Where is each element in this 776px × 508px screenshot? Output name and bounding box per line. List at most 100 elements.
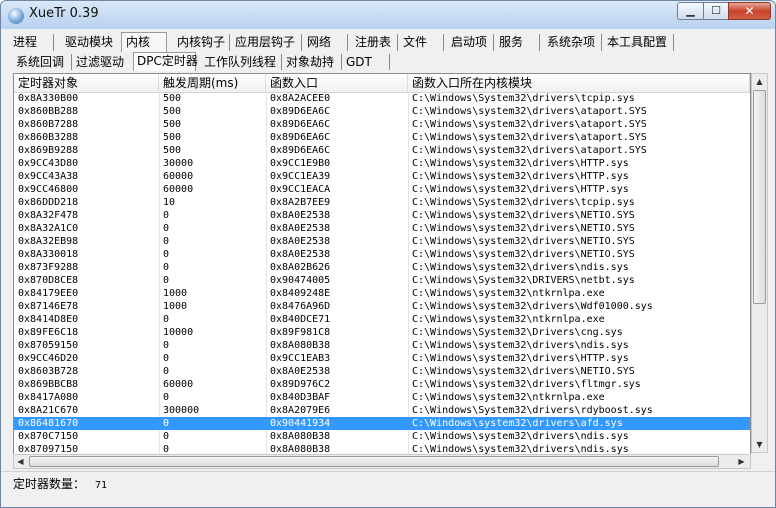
entry-cell: 0x8A02B626: [270, 262, 331, 273]
module-cell: C:\Windows\system32\drivers\afd.sys: [412, 418, 623, 429]
period-cell: 0: [163, 431, 170, 442]
scroll-up-arrow-icon[interactable]: ▲: [752, 74, 767, 89]
table-row[interactable]: 0x860B3288 500 0x89D6EA6C C:\Windows\system…: [14, 131, 750, 144]
table-row[interactable]: 0x860BB288 500 0x89D6EA6C C:\Windows\system…: [14, 105, 750, 118]
module-cell: C:\Windows\System32\DRIVERS\netbt.sys: [412, 275, 635, 286]
table-row[interactable]: 0x8A330018 0 0x8A0E2538 C:\Windows\system32…: [14, 248, 750, 261]
table-row[interactable]: 0x84179EE0 1000 0x8409248E C:\Windows\syste…: [14, 287, 750, 300]
table-row[interactable]: 0x8A32A1C0 0 0x8A0E2538 C:\Windows\system32…: [14, 222, 750, 235]
table-row[interactable]: 0x860B7288 500 0x89D6EA6C C:\Windows\system…: [14, 118, 750, 131]
module-cell: C:\Windows\system32\ntkrnlpa.exe: [412, 288, 605, 299]
tab-7[interactable]: 注册表: [351, 34, 398, 51]
timer-object-cell: 0x869BBCB8: [18, 379, 79, 390]
tab-5[interactable]: 应用层钩子: [231, 34, 302, 51]
scroll-down-arrow-icon[interactable]: ▼: [752, 437, 767, 452]
sub-tab-bar: 系统回调 过滤驱动 DPC定时器 工作队列线程 对象劫持 GDT: [13, 52, 773, 71]
column-header-period[interactable]: 触发周期(ms): [159, 74, 266, 92]
table-row[interactable]: 0x869BBCB8 60000 0x89D976C2 C:\Windows\syst…: [14, 378, 750, 391]
column-header-entry[interactable]: 函数入口: [266, 74, 408, 92]
scroll-left-arrow-icon[interactable]: ◀: [14, 454, 27, 467]
timer-object-cell: 0x86481670: [18, 418, 79, 429]
column-header-module[interactable]: 函数入口所在内核模块: [408, 74, 750, 92]
subtab-4[interactable]: 工作队列线程: [201, 54, 282, 70]
window-title: XueTr 0.39: [29, 6, 99, 21]
module-cell: C:\Windows\system32\drivers\NETIO.SYS: [412, 249, 635, 260]
vertical-scrollbar[interactable]: ▲ ▼: [751, 73, 768, 453]
table-row[interactable]: 0x9CC43D80 30000 0x9CC1E9B0 C:\Windows\syst…: [14, 157, 750, 170]
tab-8[interactable]: 文件: [399, 34, 444, 51]
table-row[interactable]: 0x9CC43A38 60000 0x9CC1EA39 C:\Windows\syst…: [14, 170, 750, 183]
tab-10[interactable]: 服务: [495, 34, 540, 51]
table-row[interactable]: 0x87059150 0 0x8A080B38 C:\Windows\system32…: [14, 339, 750, 352]
timer-object-cell: 0x869B9288: [18, 145, 79, 156]
maximize-button[interactable]: ☐: [703, 2, 729, 20]
title-bar[interactable]: XueTr 0.39 ▁ ☐ ✕: [1, 1, 775, 29]
entry-cell: 0x8A0E2538: [270, 210, 331, 221]
table-row[interactable]: 0x8A330B00 500 0x8A2ACEE0 C:\Windows\System…: [14, 92, 750, 105]
table-row[interactable]: 0x8A32F478 0 0x8A0E2538 C:\Windows\system32…: [14, 209, 750, 222]
period-cell: 500: [163, 119, 182, 130]
timer-object-cell: 0x8A330018: [18, 249, 79, 260]
subtab-3[interactable]: DPC定时器: [133, 52, 198, 71]
table-row[interactable]: 0x86481670 0 0x90441934 C:\Windows\system32…: [14, 417, 750, 430]
entry-cell: 0x9CC1EACA: [270, 184, 331, 195]
entry-cell: 0x8A2079E6: [270, 405, 331, 416]
tab-11[interactable]: 系统杂项: [543, 34, 602, 51]
period-cell: 60000: [163, 184, 194, 195]
column-header-timer-object[interactable]: 定时器对象: [14, 74, 159, 92]
tab-2[interactable]: 驱动模块: [61, 34, 122, 51]
table-row[interactable]: 0x873F9288 0 0x8A02B626 C:\Windows\system32…: [14, 261, 750, 274]
period-cell: 0: [163, 275, 170, 286]
timer-object-cell: 0x9CC43A38: [18, 171, 79, 182]
table-row[interactable]: 0x8417A080 0 0x840D3BAF C:\Windows\system32…: [14, 391, 750, 404]
timer-object-cell: 0x8414D8E0: [18, 314, 79, 325]
tab-6[interactable]: 网络: [303, 34, 348, 51]
entry-cell: 0x8409248E: [270, 288, 331, 299]
horizontal-scrollbar[interactable]: ◀ ▶: [13, 454, 751, 469]
subtab-2[interactable]: 过滤驱动: [73, 54, 134, 70]
timer-object-cell: 0x860B7288: [18, 119, 79, 130]
timer-object-cell: 0x8A32EB98: [18, 236, 79, 247]
entry-cell: 0x8A2B7EE9: [270, 197, 331, 208]
table-row[interactable]: 0x89FE6C18 10000 0x89F981C8 C:\Windows\Syst…: [14, 326, 750, 339]
tab-9[interactable]: 启动项: [447, 34, 494, 51]
scroll-right-arrow-icon[interactable]: ▶: [735, 454, 748, 467]
minimize-icon: ▁: [686, 4, 695, 17]
subtab-5[interactable]: 对象劫持: [283, 54, 342, 70]
table-row[interactable]: 0x87146E78 1000 0x8476A96D C:\Windows\syste…: [14, 300, 750, 313]
module-cell: C:\Windows\System32\drivers\rdyboost.sys: [412, 405, 653, 416]
period-cell: 30000: [163, 158, 194, 169]
timer-object-cell: 0x87059150: [18, 340, 79, 351]
close-button[interactable]: ✕: [728, 2, 771, 20]
subtab-1[interactable]: 系统回调: [13, 54, 72, 70]
dpc-timer-list[interactable]: 定时器对象 触发周期(ms) 函数入口 函数入口所在内核模块 0x8A330B0…: [13, 73, 751, 469]
module-cell: C:\Windows\system32\drivers\ndis.sys: [412, 340, 629, 351]
table-row[interactable]: 0x9CC46D20 0 0x9CC1EAB3 C:\Windows\system32…: [14, 352, 750, 365]
vertical-scroll-thumb[interactable]: [753, 90, 766, 304]
period-cell: 0: [163, 249, 170, 260]
table-row[interactable]: 0x869B9288 500 0x89D6EA6C C:\Windows\system…: [14, 144, 750, 157]
entry-cell: 0x90441934: [270, 418, 331, 429]
module-cell: C:\Windows\system32\drivers\ataport.SYS: [412, 119, 647, 130]
timer-object-cell: 0x870C7150: [18, 431, 79, 442]
module-cell: C:\Windows\system32\drivers\NETIO.SYS: [412, 210, 635, 221]
table-row[interactable]: 0x870D8CE8 0 0x90474005 C:\Windows\System32…: [14, 274, 750, 287]
module-cell: C:\Windows\system32\drivers\ataport.SYS: [412, 132, 647, 143]
period-cell: 500: [163, 93, 182, 104]
table-row[interactable]: 0x8414D8E0 0 0x840DCE71 C:\Windows\system32…: [14, 313, 750, 326]
table-row[interactable]: 0x870C7150 0 0x8A080B38 C:\Windows\system32…: [14, 430, 750, 443]
table-row[interactable]: 0x9CC46800 60000 0x9CC1EACA C:\Windows\syst…: [14, 183, 750, 196]
tab-4[interactable]: 内核钩子: [173, 34, 230, 51]
table-row[interactable]: 0x8A32EB98 0 0x8A0E2538 C:\Windows\system32…: [14, 235, 750, 248]
tab-12[interactable]: 本工具配置: [603, 34, 674, 51]
tab-3[interactable]: 内核: [121, 32, 167, 52]
table-row[interactable]: 0x8603B728 0 0x8A0E2538 C:\Windows\system32…: [14, 365, 750, 378]
tab-1[interactable]: 进程: [9, 34, 54, 51]
subtab-6[interactable]: GDT: [343, 54, 390, 70]
module-cell: C:\Windows\system32\drivers\NETIO.SYS: [412, 366, 635, 377]
minimize-button[interactable]: ▁: [677, 2, 704, 20]
table-row[interactable]: 0x86DDD218 10 0x8A2B7EE9 C:\Windows\System3…: [14, 196, 750, 209]
module-cell: C:\Windows\system32\drivers\NETIO.SYS: [412, 223, 635, 234]
table-row[interactable]: 0x8A21C670 300000 0x8A2079E6 C:\Windows\Sys…: [14, 404, 750, 417]
horizontal-scroll-thumb[interactable]: [29, 456, 719, 467]
